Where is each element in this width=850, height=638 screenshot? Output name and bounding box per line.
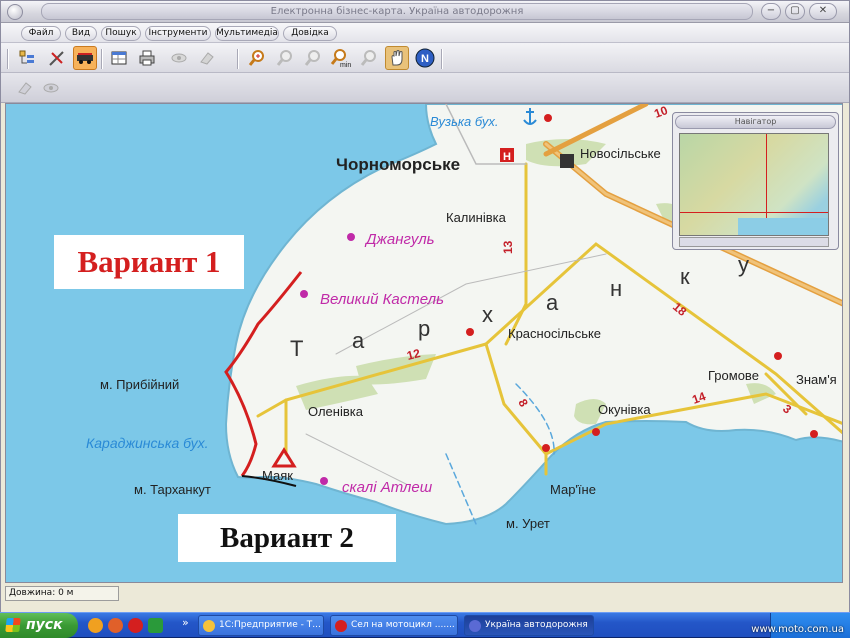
label-uret: м. Урет — [506, 516, 550, 531]
app-icon[interactable] — [148, 618, 163, 633]
toolbar-separator — [7, 49, 9, 69]
toolbar-separator — [441, 49, 443, 69]
region-letter: у — [738, 252, 749, 277]
1c-icon — [203, 620, 215, 632]
region-letter: а — [352, 328, 365, 353]
quicklaunch-icon[interactable] — [88, 618, 103, 633]
navigator-sea — [738, 218, 828, 235]
opera-icon[interactable] — [128, 618, 143, 633]
taskbar-item-label: Сел на мотоцикл ....... — [351, 620, 455, 630]
north-icon[interactable]: N — [413, 46, 437, 70]
region-letter: р — [418, 316, 430, 341]
svg-text:N: N — [421, 53, 429, 65]
close-button[interactable]: ✕ — [809, 3, 837, 20]
opera-icon — [335, 620, 347, 632]
secondary-toolbar — [1, 73, 849, 103]
layers-icon[interactable] — [15, 46, 39, 70]
status-bar: Довжина: 0 м — [1, 585, 849, 603]
navigator-map[interactable] — [679, 133, 829, 236]
maximize-button[interactable]: ▢ — [785, 3, 805, 20]
zoom-in-icon[interactable] — [245, 46, 269, 70]
app-menu-icon[interactable] — [7, 4, 23, 20]
taskbar-item-1c[interactable]: 1С:Предприятие - Т... — [198, 615, 324, 636]
menu-view[interactable]: Вид — [65, 26, 97, 41]
eye-icon[interactable] — [39, 76, 63, 100]
label-kalynivka: Калинівка — [446, 210, 507, 225]
toolbar-separator — [101, 49, 103, 69]
menu-bar: Файл Вид Пошук Інструменти Мультимедіа Д… — [1, 23, 849, 43]
label-tarkhankut: м. Тарханкут — [134, 482, 211, 497]
navigator-title[interactable]: Навігатор — [675, 115, 836, 129]
zoom-out-icon[interactable] — [273, 46, 297, 70]
region-letter: х — [482, 302, 493, 327]
menu-tools[interactable]: Інструменти — [145, 26, 211, 41]
start-button[interactable]: пуск — [0, 613, 78, 638]
windows-flag-icon — [5, 618, 21, 632]
menu-search[interactable]: Пошук — [101, 26, 141, 41]
label-znamyanka: Знам'я — [796, 372, 837, 387]
taskbar-item-opera[interactable]: Сел на мотоцикл ....... — [330, 615, 458, 636]
label-gromove: Громове — [708, 368, 759, 383]
road-number: 13 — [501, 240, 515, 254]
label-okunivka: Окунівка — [598, 402, 651, 417]
navigator-panel[interactable]: Навігатор — [672, 112, 839, 250]
menu-multimedia[interactable]: Мультимедіа — [215, 26, 279, 41]
label-dzhangul: Джангуль — [364, 231, 435, 248]
taskbar-item-label: Україна автодорожня — [485, 620, 588, 630]
variant1-label-box: Вариант 1 — [54, 235, 244, 289]
label-chornomorske: Чорноморське — [336, 155, 460, 174]
hand-icon[interactable] — [385, 46, 409, 70]
region-letter: к — [680, 264, 690, 289]
variant1-label: Вариант 1 — [77, 244, 221, 279]
label-karadzhynska: Караджинська бух. — [86, 435, 209, 451]
toolbar-separator — [237, 49, 239, 69]
quicklaunch-more-icon[interactable]: » — [182, 616, 189, 629]
map-app-icon — [469, 620, 481, 632]
map-view[interactable]: H Вузька бух. Чорноморське Новосільське … — [5, 103, 843, 583]
label-krasnosilske: Красносільське — [508, 326, 601, 341]
label-olenivka: Оленівка — [308, 404, 364, 419]
navigator-crosshair-h — [680, 212, 828, 213]
eraser-icon[interactable] — [195, 46, 219, 70]
menu-file[interactable]: Файл — [21, 26, 61, 41]
label-vuzka: Вузька бух. — [430, 114, 499, 129]
ruler-icon[interactable] — [45, 46, 69, 70]
variant2-label: Вариант 2 — [220, 521, 354, 554]
print-icon[interactable] — [135, 46, 159, 70]
label-marine: Мар'їне — [550, 482, 596, 497]
zoom-min-icon[interactable]: min — [329, 46, 353, 70]
minimize-button[interactable]: − — [761, 3, 781, 20]
region-letter: Т — [290, 336, 303, 361]
taskbar-item-map[interactable]: Україна автодорожня — [464, 615, 594, 636]
zoom-max-icon[interactable] — [357, 46, 381, 70]
taskbar-item-label: 1С:Предприятие - Т... — [219, 620, 321, 630]
variant2-label-box: Вариант 2 — [178, 514, 396, 562]
route-icon[interactable] — [73, 46, 97, 70]
label-mayak: Маяк — [262, 468, 293, 483]
label-prybiinyi: м. Прибійний — [100, 377, 179, 392]
zoom-area-icon[interactable] — [301, 46, 325, 70]
app-window: Електронна бізнес-карта. Україна автодор… — [0, 0, 850, 617]
watermark: www.moto.com.ua — [751, 624, 844, 635]
menu-help[interactable]: Довідка — [283, 26, 337, 41]
table-icon[interactable] — [107, 46, 131, 70]
label-atlesh: скалі Атлеш — [342, 479, 433, 496]
label-novosilske: Новосільське — [580, 146, 661, 161]
length-readout: Довжина: 0 м — [5, 586, 119, 601]
label-velykyi-kastel: Великий Кастель — [320, 291, 444, 308]
eraser-icon[interactable] — [13, 76, 37, 100]
firefox-icon[interactable] — [108, 618, 123, 633]
title-bar: Електронна бізнес-карта. Україна автодор… — [1, 1, 849, 23]
svg-text:H: H — [503, 151, 511, 163]
fuel-icon — [560, 154, 574, 168]
eye-icon[interactable] — [167, 46, 191, 70]
navigator-scrollbar[interactable] — [679, 237, 829, 247]
region-letter: н — [610, 276, 622, 301]
zoom-min-label: min — [340, 62, 351, 68]
taskbar: пуск » 1С:Предприятие - Т... Сел на мото… — [0, 612, 850, 638]
region-letter: а — [546, 290, 559, 315]
start-label: пуск — [26, 617, 63, 633]
toolbar: min N — [1, 43, 849, 73]
window-title: Електронна бізнес-карта. Україна автодор… — [41, 3, 753, 20]
